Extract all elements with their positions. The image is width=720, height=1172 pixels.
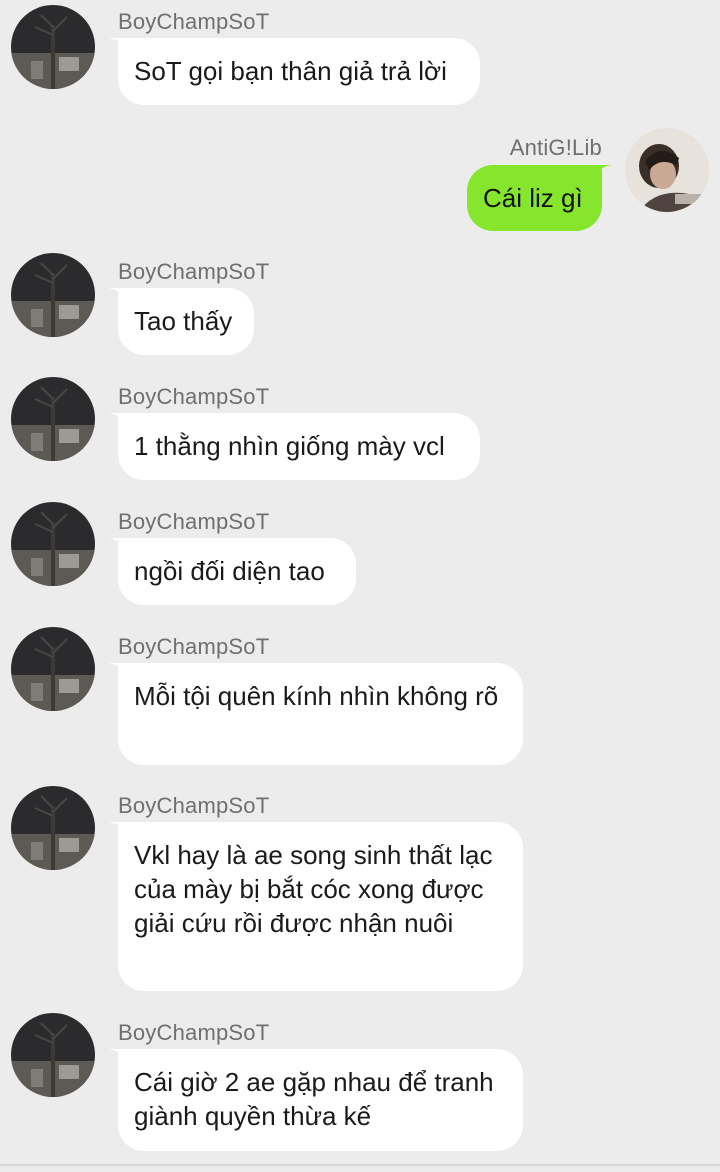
message-text: Cái giờ 2 ae gặp nhau để tranh giành quy… xyxy=(134,1067,494,1131)
sender-name: BoyChampSoT xyxy=(118,9,270,34)
sender-avatar[interactable] xyxy=(11,253,95,337)
my-avatar[interactable] xyxy=(625,128,709,212)
message-text: Tao thấy xyxy=(134,306,233,336)
message-text: Mỗi tội quên kính nhìn không rõ xyxy=(134,681,499,711)
sender-avatar[interactable] xyxy=(11,1013,95,1097)
message-bubble[interactable]: 1 thằng nhìn giống mày vcl xyxy=(118,413,480,480)
sender-avatar[interactable] xyxy=(11,377,95,461)
sender-name: AntiG!Lib xyxy=(509,135,602,160)
message-text: Vkl hay là ae song sinh thất lạc của mày… xyxy=(134,840,493,938)
sender-name: BoyChampSoT xyxy=(118,259,270,284)
message-bubble[interactable]: Cái liz gì xyxy=(467,165,602,231)
message-text: ngồi đối diện tao xyxy=(134,556,325,586)
message-text: Cái liz gì xyxy=(483,183,583,213)
sender-name: BoyChampSoT xyxy=(118,793,270,818)
sender-avatar[interactable] xyxy=(11,786,95,870)
message-bubble[interactable]: SoT gọi bạn thân giả trả lời xyxy=(118,38,480,105)
sender-avatar[interactable] xyxy=(11,627,95,711)
message-bubble[interactable]: Vkl hay là ae song sinh thất lạc của mày… xyxy=(118,822,523,991)
message-bubble[interactable]: Cái giờ 2 ae gặp nhau để tranh giành quy… xyxy=(118,1049,523,1151)
message-bubble[interactable]: ngồi đối diện tao xyxy=(118,538,356,605)
message-text: SoT gọi bạn thân giả trả lời xyxy=(134,56,447,86)
message-bubble[interactable]: Mỗi tội quên kính nhìn không rõ xyxy=(118,663,523,765)
sender-name: BoyChampSoT xyxy=(118,384,270,409)
sender-avatar[interactable] xyxy=(11,502,95,586)
sender-name: BoyChampSoT xyxy=(118,509,270,534)
message-text: 1 thằng nhìn giống mày vcl xyxy=(134,431,445,461)
sender-avatar[interactable] xyxy=(11,5,95,89)
divider xyxy=(0,1164,720,1166)
sender-name: BoyChampSoT xyxy=(118,634,270,659)
message-bubble[interactable]: Tao thấy xyxy=(118,288,254,355)
sender-name: BoyChampSoT xyxy=(118,1020,270,1045)
